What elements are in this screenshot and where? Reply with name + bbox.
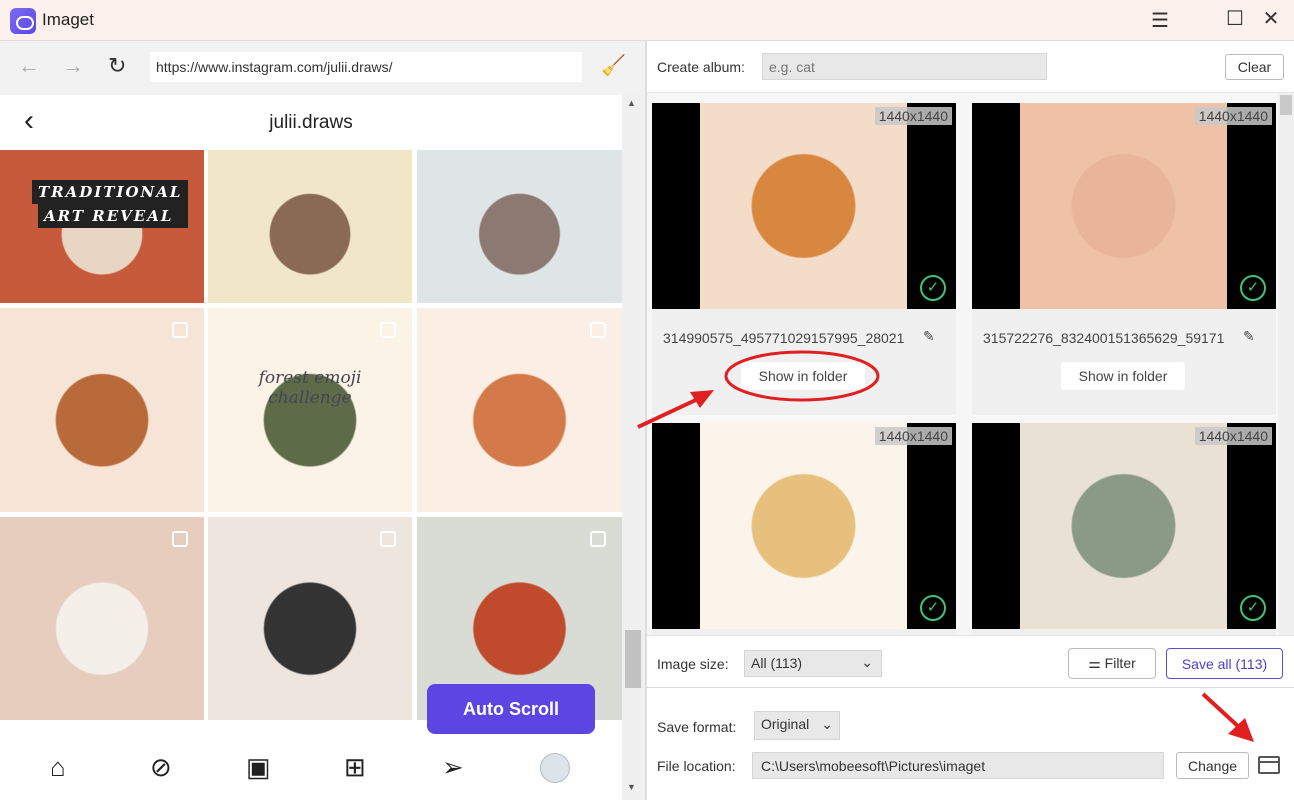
- right-scrollbar[interactable]: [1278, 93, 1294, 635]
- post-overlay-text: TRADITIONAL ART REVEAL: [32, 180, 189, 228]
- annotation-arrow-head: [1228, 718, 1254, 742]
- image-dimensions: 1440x1440: [1194, 107, 1272, 125]
- forward-arrow-icon[interactable]: →: [62, 53, 84, 79]
- select-checkbox[interactable]: [590, 531, 606, 547]
- title-bar: [0, 0, 1294, 41]
- save-format-label: Save format:: [657, 719, 737, 735]
- post-tile[interactable]: [0, 517, 204, 720]
- show-in-folder-button[interactable]: Show in folder: [1061, 362, 1185, 390]
- image-card[interactable]: 1440x1440 ✓: [972, 423, 1276, 635]
- post-overlay-text: forest emoji challenge: [258, 368, 362, 408]
- select-checkbox[interactable]: [380, 531, 396, 547]
- image-size-value: All (113): [751, 655, 803, 671]
- check-circle-icon[interactable]: ✓: [920, 275, 946, 301]
- right-scrollbar-thumb[interactable]: [1280, 95, 1292, 115]
- explore-icon[interactable]: ⊘: [150, 752, 172, 783]
- home-icon[interactable]: ⌂: [50, 752, 66, 783]
- post-tile[interactable]: [208, 517, 412, 720]
- edit-pencil-icon[interactable]: ✎: [1243, 328, 1255, 345]
- edit-pencil-icon[interactable]: ✎: [923, 328, 935, 345]
- image-art: [700, 423, 907, 629]
- image-card[interactable]: 1440x1440 ✓ 315722276_832400151365629_591…: [972, 103, 1276, 415]
- reels-icon[interactable]: ▣: [246, 752, 271, 783]
- file-location-label: File location:: [657, 758, 736, 774]
- image-card[interactable]: 1440x1440 ✓ 314990575_495771029157995_280…: [652, 103, 956, 415]
- post-tile[interactable]: [208, 308, 412, 512]
- create-icon[interactable]: ⊞: [344, 752, 366, 783]
- open-folder-icon[interactable]: [1258, 756, 1280, 774]
- url-input[interactable]: [150, 52, 582, 82]
- file-name: 314990575_495771029157995_28021: [663, 330, 905, 346]
- select-checkbox[interactable]: [380, 322, 396, 338]
- filter-button[interactable]: ⚌ Filter: [1068, 648, 1156, 679]
- image-thumbnail[interactable]: [972, 103, 1276, 309]
- image-dimensions: 1440x1440: [1194, 427, 1272, 445]
- save-format-value: Original: [761, 716, 810, 732]
- post-tile[interactable]: [417, 150, 622, 303]
- reload-icon[interactable]: ↻: [108, 53, 126, 79]
- filter-label: Filter: [1104, 655, 1136, 671]
- annotation-arrow-line: [1201, 692, 1242, 730]
- image-art: [1020, 423, 1227, 629]
- left-scrollbar-thumb[interactable]: [625, 630, 641, 688]
- left-scrollbar[interactable]: [622, 95, 645, 800]
- chevron-down-icon: ⌄: [821, 716, 833, 732]
- create-album-label: Create album:: [657, 59, 745, 75]
- image-dimensions: 1440x1440: [874, 107, 952, 125]
- save-all-button[interactable]: Save all (113): [1166, 648, 1283, 679]
- clear-button[interactable]: Clear: [1225, 54, 1284, 80]
- image-size-select[interactable]: All (113) ⌄: [744, 650, 882, 677]
- select-checkbox[interactable]: [172, 531, 188, 547]
- scroll-up-icon[interactable]: ▲: [627, 98, 636, 108]
- image-art: [1020, 103, 1227, 309]
- check-circle-icon[interactable]: ✓: [1240, 595, 1266, 621]
- app-title: Imaget: [42, 10, 94, 29]
- check-circle-icon[interactable]: ✓: [1240, 275, 1266, 301]
- image-art: [700, 103, 907, 309]
- sliders-icon: ⚌: [1088, 655, 1105, 671]
- save-format-select[interactable]: Original ⌄: [754, 711, 840, 740]
- change-button[interactable]: Change: [1176, 752, 1249, 779]
- check-circle-icon[interactable]: ✓: [920, 595, 946, 621]
- auto-scroll-button[interactable]: Auto Scroll: [427, 684, 595, 734]
- show-in-folder-button[interactable]: Show in folder: [741, 362, 865, 390]
- select-checkbox[interactable]: [172, 322, 188, 338]
- chevron-down-icon: ⌄: [861, 654, 873, 670]
- image-dimensions: 1440x1440: [874, 427, 952, 445]
- image-thumbnail[interactable]: [972, 423, 1276, 629]
- file-name: 315722276_832400151365629_59171: [983, 330, 1225, 346]
- post-tile[interactable]: [0, 308, 204, 512]
- maximize-icon[interactable]: ☐: [1220, 6, 1250, 31]
- image-thumbnail[interactable]: [652, 423, 956, 629]
- menu-icon[interactable]: ☰: [1145, 8, 1175, 33]
- imaget-logo-icon: [10, 8, 36, 34]
- direct-icon[interactable]: ➢: [442, 752, 464, 783]
- instagram-bottom-nav: [0, 735, 622, 800]
- clear-cache-broom-icon[interactable]: 🧹: [601, 53, 626, 78]
- select-checkbox[interactable]: [590, 322, 606, 338]
- image-card[interactable]: 1440x1440 ✓: [652, 423, 956, 635]
- image-thumbnail[interactable]: [652, 103, 956, 309]
- back-arrow-icon[interactable]: ←: [18, 53, 40, 79]
- post-tile[interactable]: [417, 308, 622, 512]
- scroll-down-icon[interactable]: ▼: [627, 782, 636, 792]
- downloaded-images-grid: 1440x1440 ✓ 314990575_495771029157995_280…: [647, 93, 1278, 635]
- profile-name: julii.draws: [269, 112, 353, 133]
- profile-avatar[interactable]: [540, 753, 570, 783]
- close-icon[interactable]: ✕: [1256, 6, 1286, 31]
- image-size-label: Image size:: [657, 656, 729, 672]
- post-tile[interactable]: [208, 150, 412, 303]
- file-location-input[interactable]: [752, 752, 1164, 779]
- album-name-input[interactable]: [762, 53, 1047, 80]
